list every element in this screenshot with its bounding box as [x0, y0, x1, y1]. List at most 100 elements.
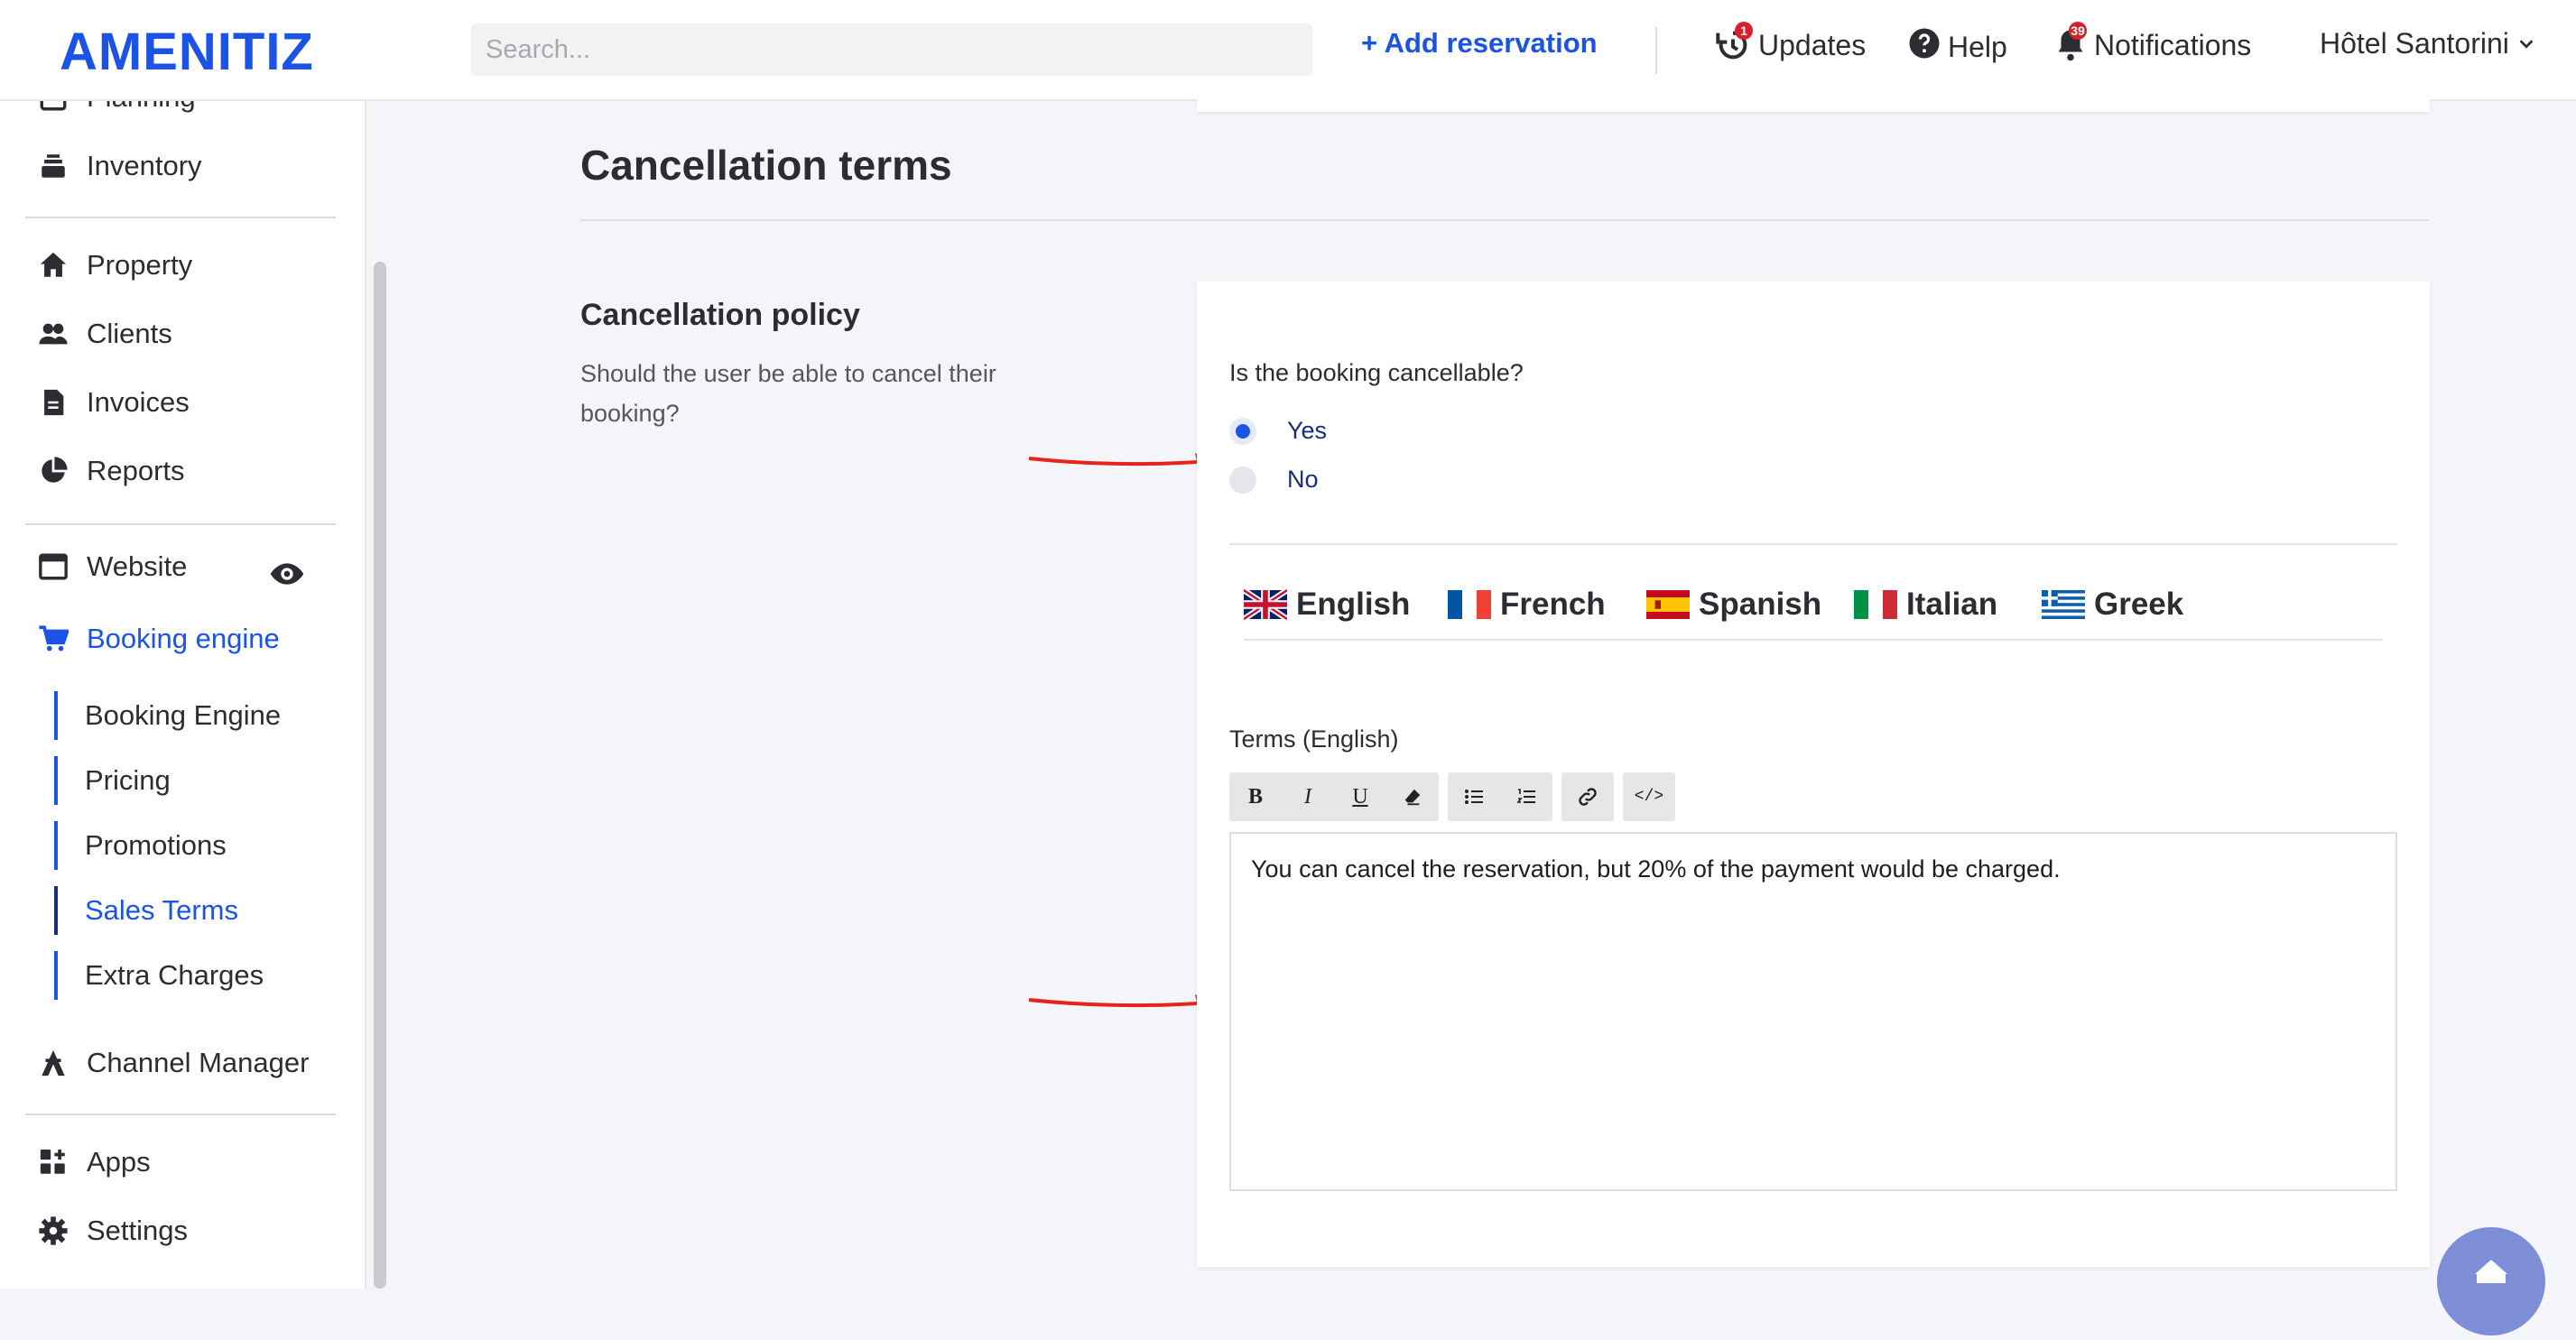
add-reservation-button[interactable]: + Add reservation	[1361, 27, 1598, 60]
sidebar-item-booking-engine[interactable]: Booking engine	[38, 623, 280, 655]
code-group: </>	[1623, 772, 1675, 821]
radio-button-checked[interactable]	[1229, 417, 1256, 445]
sidebar-subitem-promotions[interactable]: Promotions	[54, 821, 227, 870]
notifications-button[interactable]: 39 Notifications	[2054, 22, 2251, 63]
sidebar-item-channel-manager[interactable]: Channel Manager	[38, 1047, 309, 1079]
sidebar-item-label: Website	[87, 550, 188, 582]
cart-icon	[39, 625, 69, 652]
help-label: Help	[1948, 30, 2007, 63]
numbered-list-icon	[1516, 789, 1535, 803]
sidebar-item-planning[interactable]: Planning	[38, 101, 196, 114]
sidebar-item-reports[interactable]: Reports	[38, 455, 185, 487]
annotation-arrow-icon	[1028, 453, 1215, 470]
channel-manager-icon	[42, 1049, 65, 1077]
sidebar-item-label: Settings	[87, 1215, 189, 1246]
sidebar-item-label: Property	[87, 249, 193, 281]
tab-label: English	[1296, 587, 1411, 622]
sidebar-subitem-sales-terms[interactable]: Sales Terms	[54, 886, 238, 935]
numbered-list-button[interactable]	[1500, 772, 1552, 821]
help-icon	[1908, 27, 1941, 67]
tab-spanish[interactable]: Spanish	[1646, 587, 1821, 623]
sidebar-item-website[interactable]: Website	[38, 550, 309, 583]
bullet-list-button[interactable]	[1448, 772, 1500, 821]
tab-label: Italian	[1906, 587, 1998, 622]
amenitiz-logo[interactable]: AMENITIZ	[60, 22, 314, 82]
sidebar-subitem-pricing[interactable]: Pricing	[54, 756, 171, 805]
previous-card-edge	[1197, 99, 2430, 112]
browser-window-icon	[39, 553, 68, 580]
text-style-group: B I U	[1229, 772, 1439, 821]
inventory-icon	[42, 154, 65, 178]
bell-icon: 39	[2054, 22, 2087, 63]
card-divider	[1229, 543, 2397, 545]
plus-icon: +	[1361, 27, 1378, 59]
france-flag-icon	[1448, 590, 1491, 619]
sidebar-item-property[interactable]: Property	[38, 249, 192, 282]
sidebar-divider	[25, 523, 336, 525]
tab-label: Greek	[2094, 587, 2184, 622]
sidebar-item-label: Apps	[87, 1146, 151, 1178]
sidebar-item-label: Invoices	[87, 386, 190, 418]
search-input[interactable]	[471, 23, 1312, 76]
sidebar-subitem-label: Booking Engine	[85, 699, 282, 731]
tab-italian[interactable]: Italian	[1854, 587, 1997, 623]
pie-chart-icon	[42, 457, 68, 483]
home-icon	[40, 252, 67, 277]
sidebar-subitem-label: Sales Terms	[85, 894, 238, 926]
terms-label: Terms (English)	[1229, 725, 1399, 753]
underline-button[interactable]: U	[1334, 772, 1386, 821]
sidebar-item-clients[interactable]: Clients	[38, 318, 172, 350]
history-icon: 1	[1715, 22, 1753, 63]
sidebar: Planning Inventory Property Clients Invo…	[0, 101, 366, 1289]
list-group	[1448, 772, 1552, 821]
help-chat-button[interactable]	[2437, 1227, 2545, 1335]
link-icon	[1579, 788, 1597, 806]
radio-label: Yes	[1287, 417, 1328, 444]
bullet-list-icon	[1465, 790, 1483, 804]
sidebar-item-inventory[interactable]: Inventory	[38, 150, 202, 182]
sidebar-divider	[25, 1114, 336, 1115]
language-tabs: English French Spanish Italian Greek	[1244, 587, 2383, 641]
users-icon	[39, 323, 68, 345]
eye-icon[interactable]	[269, 556, 305, 596]
sidebar-item-label: Booking engine	[87, 623, 280, 654]
tab-greek[interactable]: Greek	[2042, 587, 2183, 623]
link-button[interactable]	[1561, 772, 1614, 821]
page-title: Cancellation terms	[580, 142, 952, 189]
sidebar-divider	[25, 217, 336, 218]
help-button[interactable]: Help	[1908, 27, 2007, 67]
sidebar-item-invoices[interactable]: Invoices	[38, 386, 190, 419]
greece-flag-icon	[2042, 590, 2085, 619]
code-view-button[interactable]: </>	[1623, 772, 1675, 821]
bold-button[interactable]: B	[1229, 772, 1282, 821]
sidebar-subitem-label: Pricing	[85, 764, 171, 796]
tab-label: French	[1500, 587, 1606, 622]
invoice-icon	[44, 389, 64, 416]
terms-text: You can cancel the reservation, but 20% …	[1251, 855, 2061, 883]
sidebar-subitem-booking-engine[interactable]: Booking Engine	[54, 691, 281, 740]
radio-option-no[interactable]: No	[1229, 466, 1319, 494]
editor-toolbar: B I U </>	[1229, 772, 1675, 821]
tab-english[interactable]: English	[1244, 587, 1410, 623]
chevron-down-icon	[2516, 27, 2536, 60]
sidebar-scrollbar[interactable]	[374, 262, 386, 1289]
sidebar-subitem-extra-charges[interactable]: Extra Charges	[54, 951, 264, 1000]
sidebar-item-apps[interactable]: Apps	[38, 1146, 151, 1178]
cancellation-policy-card: Is the booking cancellable? Yes No Engli…	[1197, 282, 2430, 1267]
cancellable-question: Is the booking cancellable?	[1229, 359, 1524, 386]
tab-french[interactable]: French	[1448, 587, 1606, 623]
radio-button[interactable]	[1229, 466, 1256, 494]
link-group	[1561, 772, 1614, 821]
updates-button[interactable]: 1 Updates	[1715, 22, 1867, 63]
sidebar-item-label: Planning	[87, 101, 196, 114]
italic-button[interactable]: I	[1282, 772, 1334, 821]
eraser-button[interactable]	[1386, 772, 1439, 821]
sidebar-subitem-label: Promotions	[85, 829, 227, 861]
sidebar-item-settings[interactable]: Settings	[38, 1215, 188, 1247]
updates-label: Updates	[1758, 28, 1867, 61]
radio-option-yes[interactable]: Yes	[1229, 417, 1327, 445]
sidebar-subitem-label: Extra Charges	[85, 959, 264, 991]
terms-editor[interactable]: You can cancel the reservation, but 20% …	[1229, 832, 2397, 1191]
hotel-selector[interactable]: Hôtel Santorini	[2320, 27, 2536, 60]
support-icon	[2475, 1260, 2507, 1283]
